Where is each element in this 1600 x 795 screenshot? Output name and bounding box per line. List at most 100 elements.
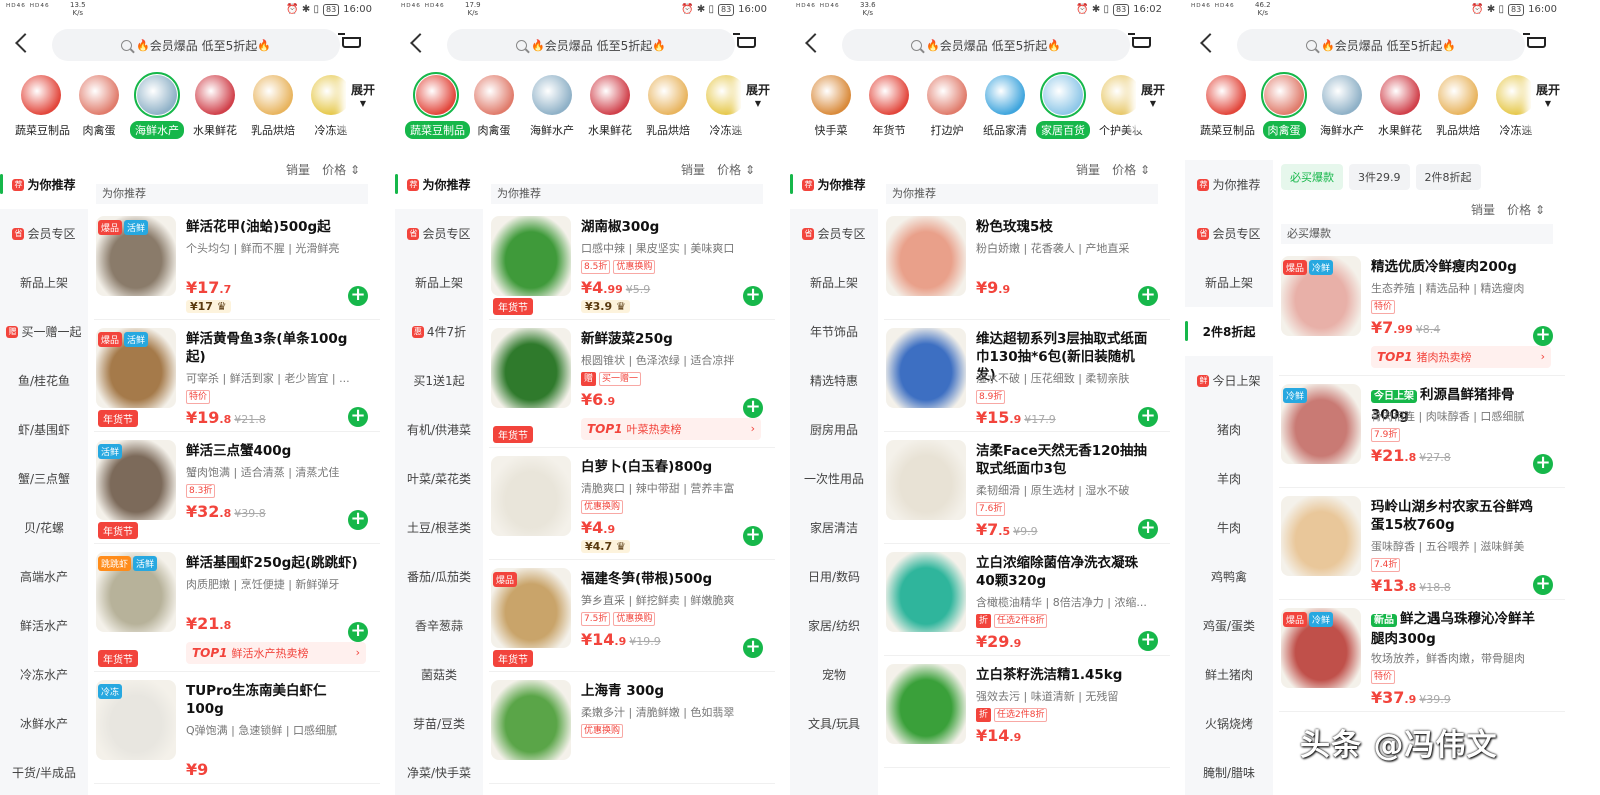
sort-sales[interactable]: 销量 [1471, 201, 1495, 218]
ranking-link[interactable]: TOP1 叶菜热卖榜 › [581, 418, 761, 440]
product-name[interactable]: 鲜活花甲(油蛤)500g起 [186, 218, 360, 236]
product-card[interactable]: 爆品 冷鲜 新品 鲜之遇乌珠穆沁冷鲜羊腿肉300g 牧场放养，鲜香肉嫩，带骨腿肉 特价 ¥3… [1279, 600, 1565, 712]
add-to-cart-button[interactable]: + [1138, 286, 1158, 306]
sidebar-item[interactable]: 文具/玩具 [790, 699, 878, 748]
sidebar-item[interactable]: 鸡蛋/蛋类 [1185, 601, 1273, 650]
add-to-cart-button[interactable]: + [743, 638, 763, 658]
category-item[interactable]: 乳品烘焙 [637, 72, 699, 139]
add-to-cart-button[interactable]: + [743, 526, 763, 546]
sidebar-item[interactable]: 贝/花螺 [0, 503, 88, 552]
product-image[interactable] [1281, 496, 1361, 576]
product-name[interactable]: TUPro生冻南美白虾仁100g [186, 682, 360, 718]
product-name[interactable]: 上海青 300g [581, 682, 755, 700]
product-name[interactable]: 鲜活三点蟹400g [186, 442, 360, 460]
product-name[interactable]: 立白茶籽洗洁精1.45kg [976, 666, 1150, 684]
add-to-cart-button[interactable]: + [1138, 519, 1158, 539]
category-item[interactable]: 年货节 [858, 72, 920, 139]
sidebar-item[interactable]: 鲜土猪肉 [1185, 650, 1273, 699]
sidebar-item[interactable]: 虾/基围虾 [0, 405, 88, 454]
sidebar-item[interactable]: 冷冻水产 [0, 650, 88, 699]
sidebar-item[interactable]: 冰鲜水产 [0, 699, 88, 748]
sidebar-item[interactable]: 赠买一赠一起 [0, 307, 88, 356]
cart-icon[interactable] [1128, 33, 1152, 53]
search-bar[interactable]: 🔥 会员爆品 低至5折起 🔥 [842, 29, 1130, 61]
category-item[interactable]: 肉禽蛋 [68, 72, 130, 139]
category-item[interactable]: 海鲜水产 [1311, 72, 1373, 139]
product-image[interactable] [491, 456, 571, 536]
sort-price[interactable]: 价格 ⇕ [1112, 161, 1150, 178]
product-card[interactable]: 玛岭山湖乡村农家五谷鲜鸡蛋15枚760g 蛋味醇香 | 五谷喂养 | 滋味鲜美 7.… [1279, 488, 1565, 600]
ranking-link[interactable]: TOP1 鲜活水产热卖榜 › [186, 642, 366, 664]
product-card[interactable]: 爆品 活鲜 鲜活花甲(油蛤)500g起 个头均匀 | 鲜而不腥 | 光滑鲜亮 ¥17.7… [94, 208, 380, 320]
sidebar-item[interactable]: 家居/纺织 [790, 601, 878, 650]
product-card[interactable]: 冷鲜 今日上架 利源昌鲜猪排骨300g 骨肉相连 | 肉味醇香 | 口感细腻 7.9折 ¥… [1279, 376, 1565, 488]
sidebar-item[interactable]: 省会员专区 [395, 209, 483, 258]
add-to-cart-button[interactable]: + [743, 398, 763, 418]
product-image[interactable] [491, 216, 571, 296]
sidebar-item[interactable]: 惠 4件7折 [395, 307, 483, 356]
sidebar-item[interactable]: 鱼/桂花鱼 [0, 356, 88, 405]
sidebar-item[interactable]: 荐为你推荐 [395, 160, 483, 209]
product-name[interactable]: 立白浓缩除菌倍净洗衣凝珠40颗320g [976, 554, 1150, 590]
expand-button[interactable]: 展开 ▼ [741, 74, 775, 130]
sort-sales[interactable]: 销量 [1076, 161, 1100, 178]
search-bar[interactable]: 🔥 会员爆品 低至5折起 🔥 [52, 29, 340, 61]
product-image[interactable] [886, 440, 966, 520]
sidebar-item[interactable]: 菌菇类 [395, 650, 483, 699]
sidebar-item[interactable]: 牛肉 [1185, 503, 1273, 552]
sidebar-item[interactable]: 一次性用品 [790, 454, 878, 503]
sidebar-item[interactable]: 芽苗/豆类 [395, 699, 483, 748]
product-card[interactable]: 上海青 300g 柔嫩多汁 | 清脆鲜嫩 | 色如翡翠 优惠换购 [489, 672, 775, 784]
add-to-cart-button[interactable]: + [1533, 454, 1553, 474]
expand-button[interactable]: 展开 ▼ [1136, 74, 1170, 130]
product-image[interactable] [886, 328, 966, 408]
add-to-cart-button[interactable]: + [1533, 326, 1553, 346]
expand-button[interactable]: 展开 ▼ [346, 74, 380, 130]
sidebar-item[interactable]: 羊肉 [1185, 454, 1273, 503]
sidebar-item[interactable]: 省会员专区 [790, 209, 878, 258]
sidebar-item[interactable]: 叶菜/菜花类 [395, 454, 483, 503]
add-to-cart-button[interactable]: + [743, 286, 763, 306]
sidebar-item[interactable]: 2件8折起 [1185, 307, 1273, 356]
category-item[interactable]: 打边炉 [916, 72, 978, 139]
product-name[interactable]: 粉色玫瑰5枝 [976, 218, 1150, 236]
add-to-cart-button[interactable]: + [1138, 407, 1158, 427]
sidebar-item[interactable]: 荐为你推荐 [790, 160, 878, 209]
back-arrow-icon[interactable] [1200, 33, 1220, 53]
add-to-cart-button[interactable]: + [348, 510, 368, 530]
sidebar-item[interactable]: 猪肉 [1185, 405, 1273, 454]
sidebar-item[interactable]: 鸡鸭禽 [1185, 552, 1273, 601]
sidebar-item[interactable]: 厨房用品 [790, 405, 878, 454]
sidebar-item[interactable]: 香辛葱蒜 [395, 601, 483, 650]
product-card[interactable]: 维达超韧系列3层抽取式纸面巾130抽*6包(新旧装随机发) 湿水不破 | 压花细致… [884, 320, 1170, 432]
sidebar-item[interactable]: 精选特惠 [790, 356, 878, 405]
product-card[interactable]: 冷冻 TUPro生冻南美白虾仁100g Q弹饱满 | 急速锁鲜 | 口感细腻 ¥9 [94, 672, 380, 784]
product-card[interactable]: 爆品 冷鲜 精选优质冷鲜瘦肉200g 生态养殖 | 精选品种 | 精选瘦肉 特价 ¥7.9… [1279, 248, 1565, 376]
sidebar-item[interactable]: 火锅烧烤 [1185, 699, 1273, 748]
sort-sales[interactable]: 销量 [681, 161, 705, 178]
category-item[interactable]: 水果鲜花 [184, 72, 246, 139]
search-bar[interactable]: 🔥 会员爆品 低至5折起 🔥 [447, 29, 735, 61]
sidebar-item[interactable]: 干货/半成品 [0, 748, 88, 795]
sidebar-item[interactable]: 日用/数码 [790, 552, 878, 601]
back-arrow-icon[interactable] [805, 33, 825, 53]
product-name[interactable]: 鲜活基围虾250g起(跳跳虾) [186, 554, 360, 572]
search-bar[interactable]: 🔥 会员爆品 低至5折起 🔥 [1237, 29, 1525, 61]
filter-chip[interactable]: 3件29.9 [1349, 164, 1410, 190]
sidebar-item[interactable]: 番茄/瓜茄类 [395, 552, 483, 601]
add-to-cart-button[interactable]: + [348, 286, 368, 306]
product-card[interactable]: 活鲜 年货节 鲜活三点蟹400g 蟹肉饱满 | 适合清蒸 | 清蒸尤佳 8.3折 ¥32.… [94, 432, 380, 544]
product-card[interactable]: 白萝卜(白玉春)800g 清脆爽口 | 辣中带甜 | 营养丰富 优惠换购 ¥4.9 ¥4… [489, 448, 775, 560]
add-to-cart-button[interactable]: + [348, 407, 368, 427]
sidebar-item[interactable]: 腌制/腊味 [1185, 748, 1273, 795]
product-image[interactable] [886, 552, 966, 632]
sidebar-item[interactable]: 家居清洁 [790, 503, 878, 552]
sidebar-item[interactable]: 蟹/三点蟹 [0, 454, 88, 503]
category-item[interactable]: 水果鲜花 [579, 72, 641, 139]
sidebar-item[interactable]: 荐为你推荐 [0, 160, 88, 209]
sidebar-item[interactable]: 年节饰品 [790, 307, 878, 356]
product-image[interactable] [886, 664, 966, 744]
cart-icon[interactable] [1523, 33, 1547, 53]
add-to-cart-button[interactable]: + [1533, 575, 1553, 595]
sort-price[interactable]: 价格 ⇕ [717, 161, 755, 178]
